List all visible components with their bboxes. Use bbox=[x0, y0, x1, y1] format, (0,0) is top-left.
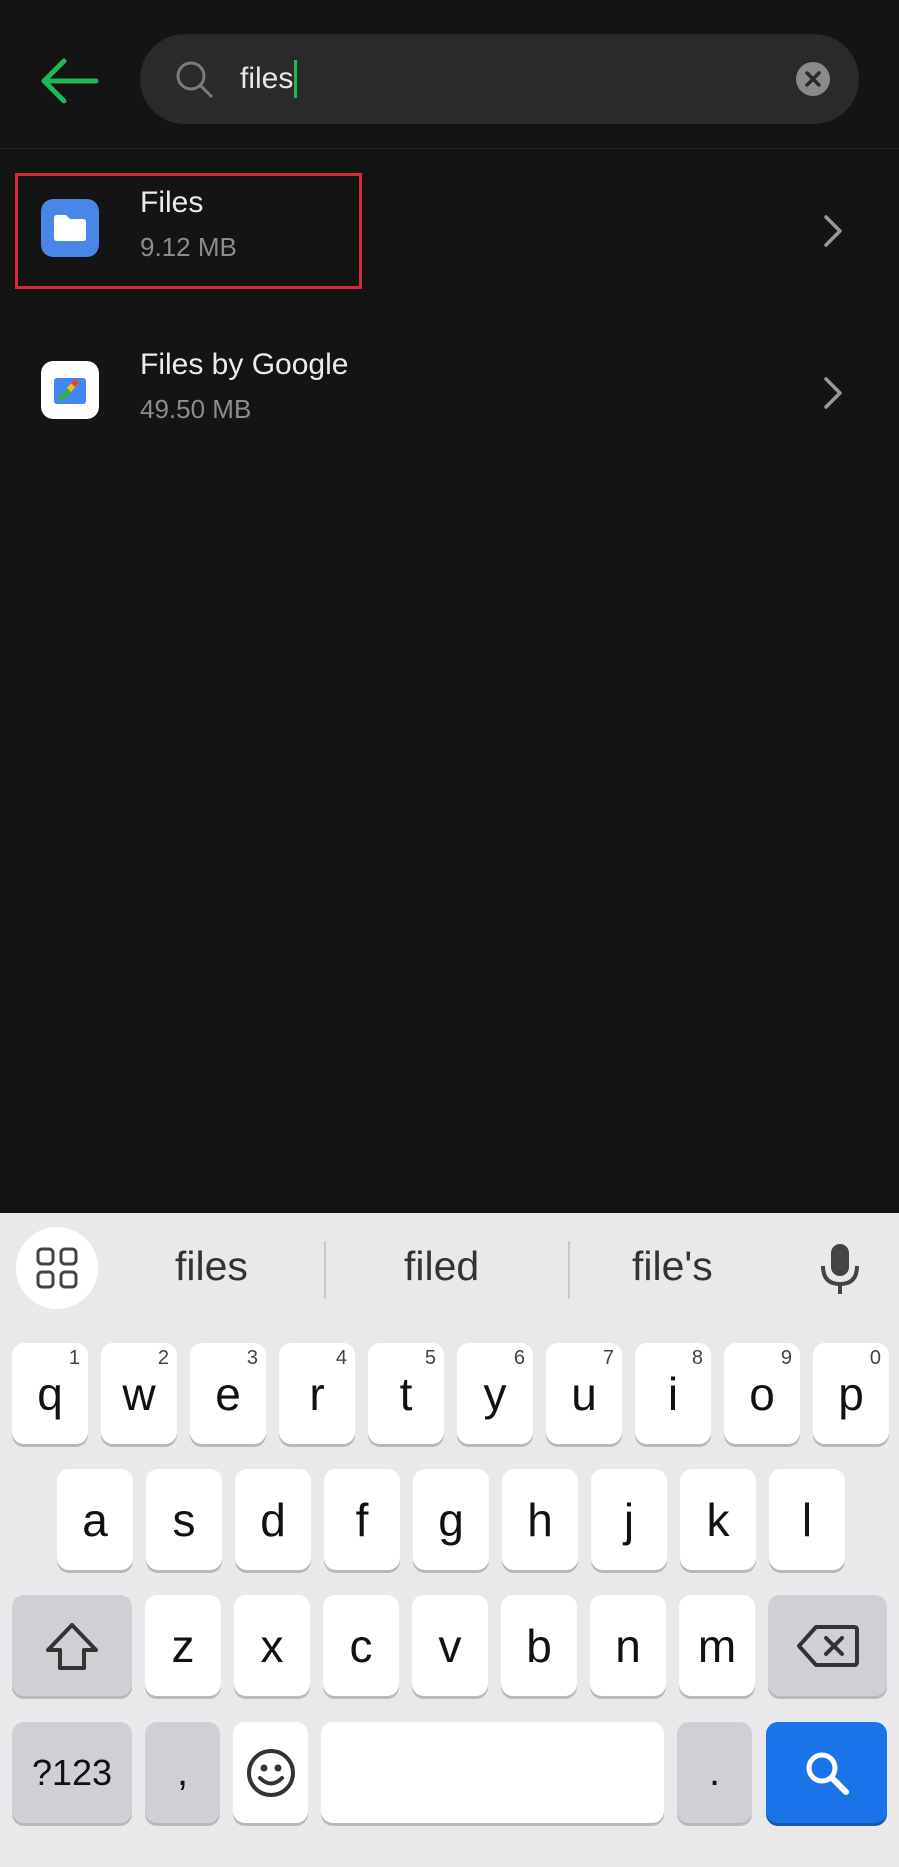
key-s[interactable]: s bbox=[146, 1469, 222, 1570]
suggestion-3[interactable]: file's bbox=[632, 1243, 713, 1290]
on-screen-keyboard: files filed file's q1w2e3r4t5y6u7i8o9p0 … bbox=[0, 1213, 899, 1867]
result-title: Files by Google bbox=[140, 348, 349, 381]
symbols-key[interactable]: ?123 bbox=[12, 1722, 132, 1823]
suggestion-divider bbox=[324, 1241, 326, 1299]
search-key[interactable] bbox=[766, 1722, 887, 1823]
key-label: i bbox=[667, 1367, 679, 1420]
chevron-right-icon bbox=[824, 377, 842, 409]
key-i[interactable]: i8 bbox=[635, 1343, 711, 1444]
period-key[interactable]: . bbox=[677, 1722, 752, 1823]
search-icon bbox=[806, 1752, 849, 1795]
key-e[interactable]: e3 bbox=[190, 1343, 266, 1444]
key-n[interactable]: n bbox=[590, 1595, 666, 1696]
key-v[interactable]: v bbox=[412, 1595, 488, 1696]
key-d[interactable]: d bbox=[235, 1469, 311, 1570]
key-b[interactable]: b bbox=[501, 1595, 577, 1696]
key-number-hint: 1 bbox=[68, 1347, 80, 1369]
key-label: y bbox=[483, 1367, 507, 1420]
search-input[interactable]: files bbox=[240, 60, 298, 98]
key-label: r bbox=[309, 1367, 325, 1420]
backspace-key[interactable] bbox=[768, 1595, 887, 1696]
key-label: q bbox=[37, 1367, 63, 1420]
key-number-hint: 0 bbox=[869, 1347, 881, 1369]
key-number-hint: 6 bbox=[513, 1347, 525, 1369]
space-key[interactable] bbox=[321, 1722, 664, 1823]
key-j[interactable]: j bbox=[591, 1469, 667, 1570]
keyboard-apps-button[interactable] bbox=[16, 1227, 98, 1309]
key-o[interactable]: o9 bbox=[724, 1343, 800, 1444]
key-number-hint: 4 bbox=[335, 1347, 347, 1369]
key-m[interactable]: m bbox=[679, 1595, 755, 1696]
key-k[interactable]: k bbox=[680, 1469, 756, 1570]
key-number-hint: 8 bbox=[691, 1347, 703, 1369]
result-item-files-by-google[interactable]: Files by Google 49.50 MB bbox=[0, 318, 899, 468]
key-label: o bbox=[749, 1367, 775, 1420]
key-h[interactable]: h bbox=[502, 1469, 578, 1570]
key-c[interactable]: c bbox=[323, 1595, 399, 1696]
shift-key[interactable] bbox=[12, 1595, 132, 1696]
text-cursor bbox=[294, 60, 298, 98]
key-label: e bbox=[215, 1367, 241, 1420]
key-a[interactable]: a bbox=[57, 1469, 133, 1570]
suggestion-2[interactable]: filed bbox=[404, 1243, 479, 1290]
key-x[interactable]: x bbox=[234, 1595, 310, 1696]
key-number-hint: 3 bbox=[246, 1347, 258, 1369]
backspace-icon bbox=[796, 1624, 859, 1667]
key-label: p bbox=[838, 1367, 864, 1420]
key-number-hint: 9 bbox=[780, 1347, 792, 1369]
key-q[interactable]: q1 bbox=[12, 1343, 88, 1444]
key-r[interactable]: r4 bbox=[279, 1343, 355, 1444]
files-app-icon bbox=[41, 199, 99, 257]
key-label: w bbox=[122, 1367, 156, 1420]
key-t[interactable]: t5 bbox=[368, 1343, 444, 1444]
search-icon bbox=[176, 61, 213, 98]
key-p[interactable]: p0 bbox=[813, 1343, 889, 1444]
shift-icon bbox=[46, 1622, 98, 1670]
result-size: 49.50 MB bbox=[140, 394, 252, 424]
files-by-google-icon bbox=[41, 361, 99, 419]
chevron-right-icon bbox=[824, 215, 842, 247]
result-title: Files bbox=[140, 186, 204, 219]
key-z[interactable]: z bbox=[145, 1595, 221, 1696]
key-y[interactable]: y6 bbox=[457, 1343, 533, 1444]
result-item-files[interactable]: Files 9.12 MB bbox=[0, 156, 899, 306]
microphone-icon[interactable] bbox=[818, 1242, 862, 1296]
key-number-hint: 5 bbox=[424, 1347, 436, 1369]
key-label: t bbox=[399, 1367, 413, 1420]
key-label: u bbox=[571, 1367, 597, 1420]
key-l[interactable]: l bbox=[769, 1469, 845, 1570]
comma-key[interactable]: , bbox=[145, 1722, 220, 1823]
search-header: files bbox=[0, 0, 899, 149]
clear-icon[interactable] bbox=[795, 61, 831, 97]
back-arrow-icon[interactable] bbox=[38, 55, 100, 107]
suggestion-strip: files filed file's bbox=[0, 1213, 899, 1323]
key-number-hint: 7 bbox=[602, 1347, 614, 1369]
search-bar[interactable]: files bbox=[140, 34, 859, 124]
suggestion-1[interactable]: files bbox=[175, 1243, 248, 1290]
suggestion-divider bbox=[568, 1241, 570, 1299]
key-g[interactable]: g bbox=[413, 1469, 489, 1570]
key-u[interactable]: u7 bbox=[546, 1343, 622, 1444]
search-input-value: files bbox=[240, 62, 294, 95]
apps-grid-icon bbox=[36, 1247, 78, 1289]
key-number-hint: 2 bbox=[157, 1347, 169, 1369]
emoji-icon bbox=[246, 1748, 295, 1797]
key-w[interactable]: w2 bbox=[101, 1343, 177, 1444]
key-f[interactable]: f bbox=[324, 1469, 400, 1570]
emoji-key[interactable] bbox=[233, 1722, 308, 1823]
result-size: 9.12 MB bbox=[140, 232, 237, 262]
